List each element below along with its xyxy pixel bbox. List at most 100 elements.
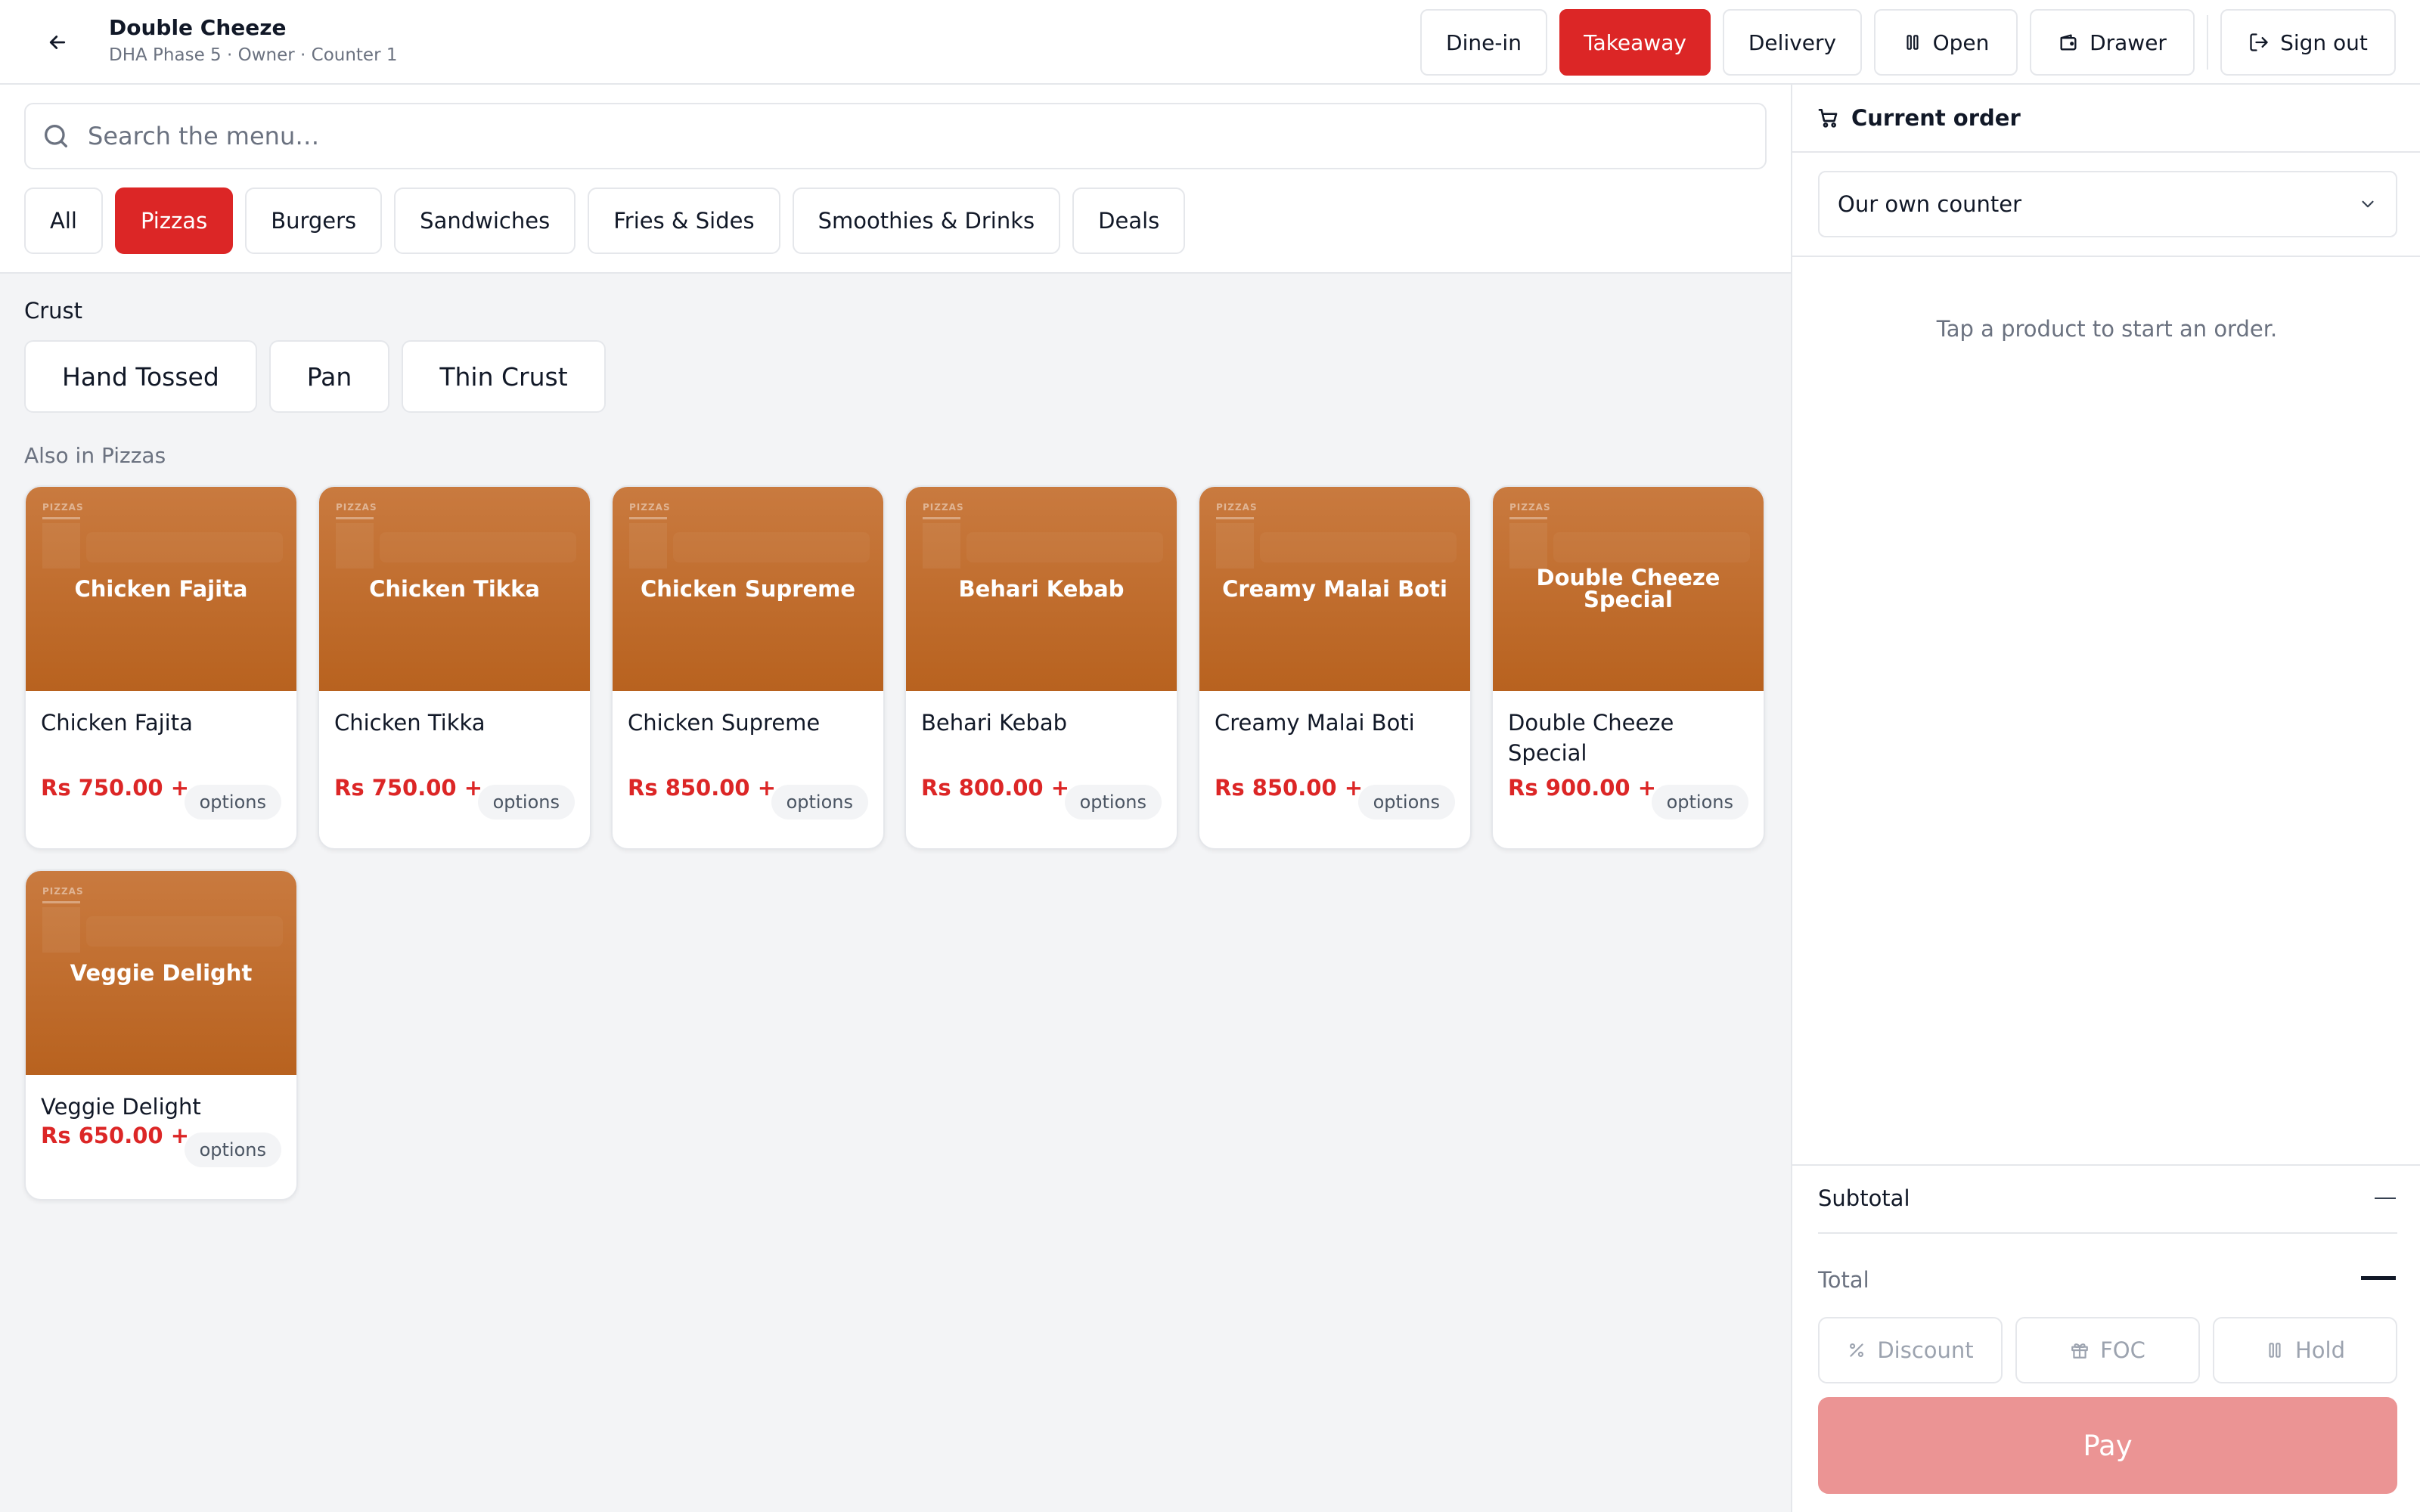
product-price: Rs 800.00 +: [921, 775, 1069, 801]
crust-thin-crust-button[interactable]: Thin Crust: [402, 340, 606, 413]
divider: [1792, 1164, 2420, 1166]
pay-label: Pay: [2083, 1429, 2133, 1462]
pause-bars-icon: [2269, 1343, 2281, 1358]
product-card[interactable]: PIZZAS Behari Kebab Behari Kebab Rs 800.…: [904, 485, 1178, 850]
thumbnail-divider: [336, 517, 374, 519]
options-badge: options: [1357, 785, 1455, 820]
product-grid: PIZZAS Chicken Fajita Chicken Fajita Rs …: [24, 485, 1765, 1201]
search-box[interactable]: [24, 103, 1767, 169]
thumbnail-decor: [673, 532, 870, 562]
category-label: Smoothies & Drinks: [818, 208, 1035, 234]
product-card[interactable]: PIZZAS Chicken Supreme Chicken Supreme R…: [611, 485, 885, 850]
category-deals[interactable]: Deals: [1072, 187, 1186, 254]
product-name: Behari Kebab: [921, 710, 1068, 736]
thumbnail-decor: [42, 907, 80, 953]
category-sandwiches[interactable]: Sandwiches: [394, 187, 576, 254]
category-pizzas[interactable]: Pizzas: [114, 187, 234, 254]
category-label: Fries & Sides: [613, 208, 755, 234]
product-price: Rs 900.00 +: [1508, 775, 1656, 801]
product-card[interactable]: PIZZAS Double Cheeze Special Double Chee…: [1491, 485, 1765, 850]
product-price: Rs 650.00 +: [41, 1123, 189, 1148]
category-burgers[interactable]: Burgers: [245, 187, 383, 254]
category-smoothies-drinks[interactable]: Smoothies & Drinks: [792, 187, 1061, 254]
thumbnail-title: Chicken Fajita: [74, 575, 248, 602]
total-value: [2361, 1276, 2396, 1280]
menu-filter-panel: All Pizzas Burgers Sandwiches Fries & Si…: [0, 85, 1791, 274]
product-card[interactable]: PIZZAS Veggie Delight Veggie Delight Rs …: [24, 869, 298, 1201]
product-card[interactable]: PIZZAS Chicken Fajita Chicken Fajita Rs …: [24, 485, 298, 850]
empty-order-message: Tap a product to start an order.: [1936, 316, 2278, 342]
divider: [1818, 1232, 2397, 1234]
hold-button[interactable]: Hold: [2213, 1317, 2397, 1383]
divider: [1792, 256, 2420, 257]
thumbnail-category: PIZZAS: [1509, 502, 1551, 513]
product-price: Rs 750.00 +: [334, 775, 482, 801]
counter-select-value: Our own counter: [1838, 191, 2021, 217]
counter-select[interactable]: Our own counter: [1818, 171, 2397, 237]
thumbnail-decor: [629, 523, 667, 569]
drawer-label: Drawer: [2090, 29, 2167, 55]
thumbnail-title: Behari Kebab: [958, 575, 1125, 602]
order-type-delivery-button[interactable]: Delivery: [1723, 9, 1862, 76]
product-thumbnail: PIZZAS Veggie Delight: [26, 871, 296, 1075]
product-name: Veggie Delight: [41, 1094, 201, 1120]
pay-button[interactable]: Pay: [1818, 1397, 2397, 1494]
sign-out-button[interactable]: Sign out: [2220, 9, 2396, 76]
thumbnail-category: PIZZAS: [629, 502, 671, 513]
thumbnail-decor: [380, 532, 576, 562]
subtotal-label: Subtotal: [1818, 1185, 1910, 1211]
discount-button[interactable]: Discount: [1818, 1317, 2003, 1383]
options-badge: options: [1064, 785, 1162, 820]
product-thumbnail: PIZZAS Chicken Tikka: [319, 487, 590, 691]
thumbnail-title: Chicken Tikka: [369, 575, 540, 602]
options-badge: options: [477, 785, 575, 820]
search-input[interactable]: [88, 122, 1600, 150]
order-type-label: Takeaway: [1584, 29, 1686, 55]
wallet-icon: [2060, 34, 2077, 51]
order-panel: Current order Our own counter Tap a prod…: [1791, 85, 2420, 1512]
product-price: Rs 850.00 +: [628, 775, 776, 801]
open-button[interactable]: Open: [1874, 9, 2018, 76]
store-name: Double Cheeze: [109, 15, 287, 40]
order-header: Current order: [1792, 85, 2420, 153]
options-badge: options: [771, 785, 868, 820]
arrow-left-icon: [49, 36, 66, 49]
category-label: Pizzas: [140, 208, 208, 234]
thumbnail-decor: [42, 523, 80, 569]
crust-option-label: Pan: [306, 361, 352, 392]
crust-option-label: Hand Tossed: [62, 361, 219, 392]
order-type-label: Dine-in: [1446, 29, 1522, 55]
product-card[interactable]: PIZZAS Chicken Tikka Chicken Tikka Rs 75…: [318, 485, 591, 850]
order-type-takeaway-button[interactable]: Takeaway: [1559, 9, 1711, 76]
product-thumbnail: PIZZAS Chicken Fajita: [26, 487, 296, 691]
sign-out-icon: [2250, 33, 2268, 51]
category-all[interactable]: All: [24, 187, 103, 254]
order-type-dine-in-button[interactable]: Dine-in: [1420, 9, 1547, 76]
thumbnail-decor: [1260, 532, 1457, 562]
thumbnail-divider: [1509, 517, 1547, 519]
crust-pan-button[interactable]: Pan: [268, 340, 390, 413]
top-bar: Double Cheeze DHA Phase 5 · Owner · Coun…: [0, 0, 2420, 85]
category-fries-sides[interactable]: Fries & Sides: [588, 187, 780, 254]
product-thumbnail: PIZZAS Creamy Malai Boti: [1199, 487, 1470, 691]
foc-label: FOC: [2100, 1337, 2145, 1363]
foc-button[interactable]: FOC: [2015, 1317, 2200, 1383]
thumbnail-decor: [336, 523, 374, 569]
drawer-button[interactable]: Drawer: [2030, 9, 2195, 76]
thumbnail-title: Creamy Malai Boti: [1222, 575, 1447, 602]
thumbnail-decor: [966, 532, 1163, 562]
crust-hand-tossed-button[interactable]: Hand Tossed: [24, 340, 257, 413]
store-subtitle: DHA Phase 5 · Owner · Counter 1: [109, 45, 398, 65]
product-card[interactable]: PIZZAS Creamy Malai Boti Creamy Malai Bo…: [1198, 485, 1472, 850]
thumbnail-title: Chicken Supreme: [640, 575, 856, 602]
category-label: Burgers: [271, 208, 357, 234]
gift-icon: [2071, 1343, 2088, 1359]
back-button[interactable]: [33, 21, 82, 64]
open-label: Open: [1932, 29, 1990, 55]
options-badge: options: [184, 1132, 281, 1167]
thumbnail-title: Double Cheeze Special: [1536, 565, 1720, 612]
category-label: All: [50, 208, 77, 234]
header-divider: [2207, 15, 2208, 70]
product-price: Rs 750.00 +: [41, 775, 189, 801]
order-type-label: Delivery: [1748, 29, 1837, 55]
